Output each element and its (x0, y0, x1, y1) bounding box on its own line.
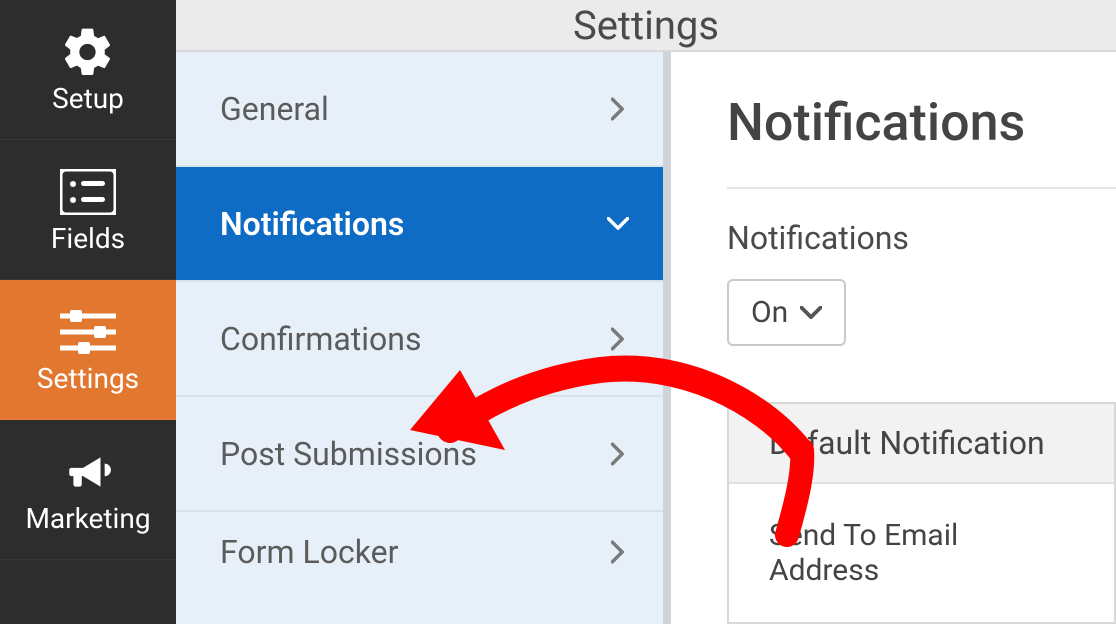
sub-item-post-submissions[interactable]: Post Submissions (176, 397, 663, 512)
notification-card: Default Notification Send To Email Addre… (727, 402, 1116, 624)
topbar: Settings (176, 0, 1116, 52)
list-icon (60, 164, 116, 220)
sub-item-confirmations[interactable]: Confirmations (176, 282, 663, 397)
nav-item-fields[interactable]: Fields (0, 140, 176, 280)
main: General Notifications Confirmations (176, 52, 1116, 624)
sub-item-general[interactable]: General (176, 52, 663, 167)
sub-item-form-locker[interactable]: Form Locker (176, 512, 663, 592)
chevron-right-icon (607, 328, 629, 350)
divider (727, 187, 1116, 189)
nav-label-settings: Settings (37, 362, 139, 395)
sub-item-label: Post Submissions (220, 435, 477, 473)
sliders-icon (60, 304, 116, 360)
megaphone-icon (60, 444, 116, 500)
nav-item-settings[interactable]: Settings (0, 280, 176, 420)
gear-icon (60, 24, 116, 80)
primary-sidebar: Setup Fields Settings (0, 0, 176, 624)
card-title: Default Notification (729, 404, 1114, 484)
content-area: Settings General Notifications (176, 0, 1116, 624)
sub-item-label: Confirmations (220, 320, 421, 358)
sub-item-label: Notifications (220, 205, 404, 243)
chevron-right-icon (607, 541, 629, 563)
detail-panel: Notifications Notifications On Default N… (671, 52, 1116, 624)
detail-heading: Notifications (727, 92, 1116, 153)
page-title: Settings (573, 2, 719, 49)
nav-label-fields: Fields (51, 222, 125, 255)
sub-item-notifications[interactable]: Notifications (176, 167, 663, 282)
chevron-down-icon (607, 213, 629, 235)
chevron-right-icon (607, 98, 629, 120)
toggle-value: On (751, 295, 788, 330)
nav-item-setup[interactable]: Setup (0, 0, 176, 140)
settings-sub-sidebar: General Notifications Confirmations (176, 52, 671, 624)
nav-label-setup: Setup (52, 82, 124, 115)
chevron-right-icon (607, 443, 629, 465)
sub-item-label: General (220, 90, 329, 128)
field-label-send-to: Send To Email Address (769, 518, 1074, 588)
nav-label-marketing: Marketing (25, 502, 150, 535)
toggle-section-label: Notifications (727, 219, 1116, 257)
sub-item-label: Form Locker (220, 533, 398, 571)
chevron-down-icon (800, 306, 822, 320)
nav-item-marketing[interactable]: Marketing (0, 420, 176, 560)
notifications-toggle-select[interactable]: On (727, 279, 846, 346)
card-body: Send To Email Address (729, 484, 1114, 622)
